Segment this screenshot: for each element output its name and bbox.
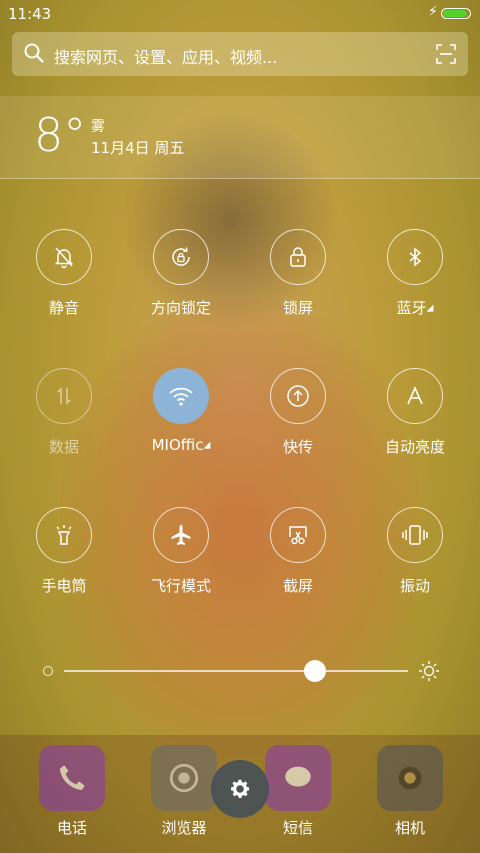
bluetooth-icon: [409, 247, 422, 267]
wifi-icon: [169, 387, 193, 406]
battery-fill: [443, 10, 467, 17]
toggle-mobile-data[interactable]: 数据: [14, 368, 114, 457]
more-indicator-icon: ◢: [426, 303, 434, 314]
toggle-label: 截屏: [282, 577, 313, 595]
rotation-lock-icon: [172, 247, 190, 266]
toggle-mobile-data-circle[interactable]: [36, 368, 92, 424]
charging-icon: ⚡: [428, 4, 438, 20]
dock-app-label: 短信: [282, 819, 313, 837]
search-placeholder: 搜索网页、设置、应用、视频...: [54, 48, 278, 67]
settings-button[interactable]: [211, 760, 269, 818]
toggle-label: 蓝牙: [396, 299, 427, 317]
toggle-label: 飞行模式: [150, 577, 211, 595]
toggle-label: 数据: [48, 438, 79, 456]
brightness-low-icon: [43, 666, 53, 676]
dock-app-camera[interactable]: 相机: [355, 745, 465, 838]
weather-date: 11月4日 周五: [91, 139, 185, 157]
dock-app-label: 浏览器: [161, 819, 207, 837]
toggle-quick-transfer[interactable]: 快传: [248, 368, 348, 457]
toggle-label: MIOffic: [151, 436, 204, 454]
auto-brightness-icon: [407, 386, 423, 405]
browser-icon: [151, 745, 217, 811]
more-indicator-icon: ◢: [203, 440, 211, 451]
toggle-quick-transfer-circle[interactable]: [270, 368, 326, 424]
dock-app-label: 电话: [56, 819, 87, 837]
dock-app-phone[interactable]: 电话: [17, 745, 127, 838]
battery-icon: [441, 8, 471, 19]
toggle-label: 静音: [48, 299, 79, 317]
toggle-label-wrap: 蓝牙◢: [365, 297, 465, 318]
toggle-flashlight-circle[interactable]: [36, 507, 92, 563]
flashlight-icon: [56, 525, 72, 545]
toggle-flashlight[interactable]: 手电筒: [14, 507, 114, 596]
airplane-icon: [171, 525, 191, 545]
toggle-mute-circle[interactable]: [36, 229, 92, 285]
vibrate-icon: [402, 525, 428, 545]
status-time: 11:43: [8, 5, 52, 23]
weather-temperature: 8°: [34, 108, 87, 162]
phone-icon: [39, 745, 105, 811]
gear-icon: [231, 779, 250, 798]
toggle-label-wrap: MIOffic◢: [131, 436, 231, 454]
toggle-label: 振动: [399, 577, 430, 595]
search-icon: [24, 43, 44, 63]
toggle-vibrate[interactable]: 振动: [365, 507, 465, 596]
toggle-auto-brightness-circle[interactable]: [387, 368, 443, 424]
toggle-wifi-circle[interactable]: [153, 368, 209, 424]
message-icon: [265, 745, 331, 811]
toggle-lock-screen-circle[interactable]: [270, 229, 326, 285]
toggle-label: 快传: [282, 438, 313, 456]
search-bar[interactable]: 搜索网页、设置、应用、视频...: [12, 32, 468, 76]
toggle-airplane[interactable]: 飞行模式: [131, 507, 231, 596]
toggle-airplane-circle[interactable]: [153, 507, 209, 563]
toggle-screenshot-circle[interactable]: [270, 507, 326, 563]
toggle-rotation-lock[interactable]: 方向锁定: [131, 229, 231, 318]
dock-app-label: 相机: [394, 819, 425, 837]
camera-icon: [377, 745, 443, 811]
toggle-wifi[interactable]: MIOffic◢: [131, 368, 231, 454]
toggle-bluetooth[interactable]: 蓝牙◢: [365, 229, 465, 318]
toggle-label: 锁屏: [282, 299, 313, 317]
toggle-rotation-lock-circle[interactable]: [153, 229, 209, 285]
mobile-data-icon: [57, 387, 71, 405]
bell-off-icon: [54, 247, 74, 269]
toggle-vibrate-circle[interactable]: [387, 507, 443, 563]
screenshot-icon: [289, 526, 307, 545]
scan-icon[interactable]: [436, 44, 456, 64]
toggle-screenshot[interactable]: 截屏: [248, 507, 348, 596]
quick-transfer-icon: [287, 385, 309, 407]
status-bar: 11:43 ⚡: [0, 0, 480, 28]
brightness-high-icon: [419, 661, 439, 681]
lock-icon: [290, 247, 306, 267]
weather-condition: 雾: [91, 119, 105, 135]
toggle-label: 手电筒: [41, 577, 87, 595]
brightness-track[interactable]: [64, 670, 408, 672]
toggle-label: 方向锁定: [150, 299, 211, 317]
toggle-auto-brightness[interactable]: 自动亮度: [365, 368, 465, 457]
toggle-mute[interactable]: 静音: [14, 229, 114, 318]
brightness-knob[interactable]: [304, 660, 327, 682]
toggle-label: 自动亮度: [384, 438, 445, 456]
brightness-slider[interactable]: [40, 658, 440, 684]
toggle-bluetooth-circle[interactable]: [387, 229, 443, 285]
toggle-lock-screen[interactable]: 锁屏: [248, 229, 348, 318]
